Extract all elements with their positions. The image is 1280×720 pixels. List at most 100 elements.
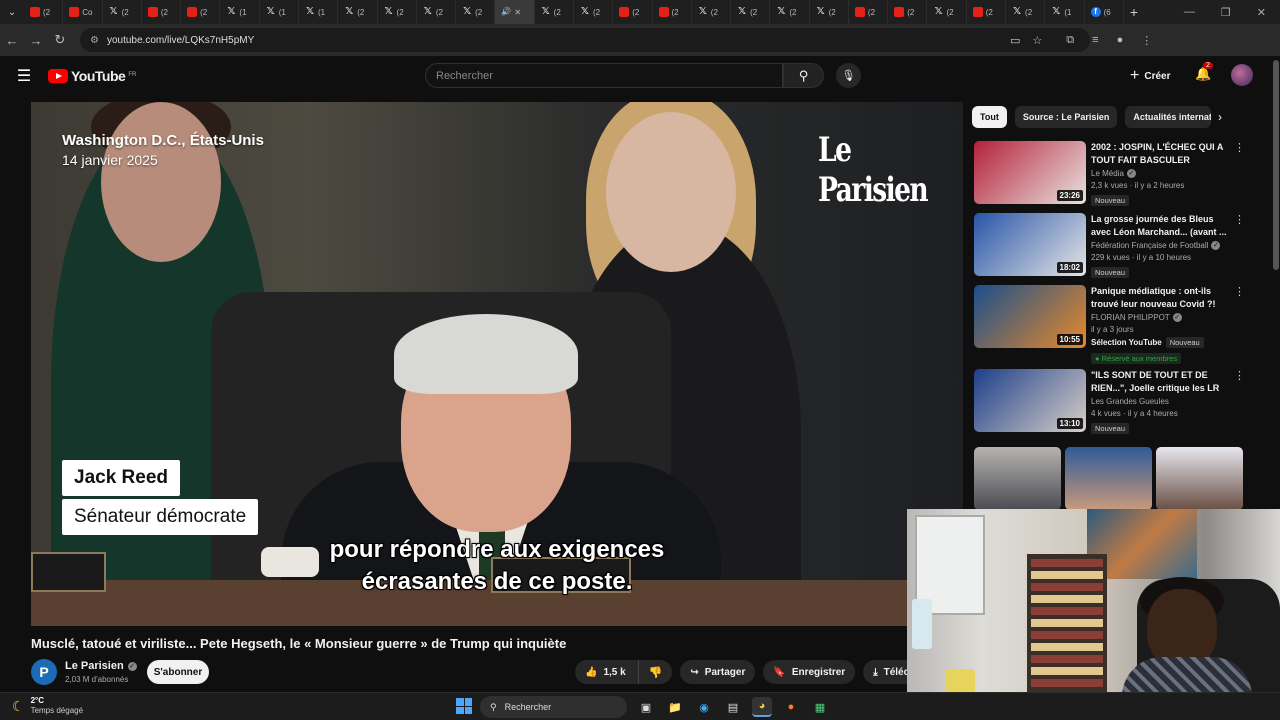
browser-tab[interactable]: 𝕏 (2 [574,0,614,24]
short-thumbnail[interactable] [1156,447,1243,510]
channel-name-row[interactable]: Le Parisien ✓ [65,660,137,672]
file-explorer-icon[interactable]: 📁 [665,697,685,717]
recommended-video-title[interactable]: 2002 : JOSPIN, L'ÉCHEC QUI A TOUT FAIT B… [1091,141,1231,167]
forward-icon[interactable]: → [24,33,48,48]
firefox-icon[interactable]: ● [781,697,801,717]
browser-tab[interactable]: 𝕏 (2 [927,0,967,24]
app-icon[interactable]: ▦ [810,697,830,717]
account-avatar[interactable] [1231,64,1253,86]
browser-tab[interactable]: 𝕏 (2 [103,0,142,24]
browser-tab[interactable]: 𝕏 (2 [770,0,810,24]
browser-tab[interactable]: 𝕏 (2 [692,0,732,24]
browser-tab[interactable]: 𝕏 (1 [260,0,299,24]
browser-tab[interactable]: 𝕏 (1 [299,0,339,24]
browser-tab[interactable]: 𝕏 (2 [456,0,496,24]
browser-tab[interactable]: Co [63,0,103,24]
like-button[interactable]: 👍 1,5 k [575,660,639,684]
browser-tab[interactable]: 𝕏 (2 [338,0,378,24]
reading-list-icon[interactable]: ≡ [1092,34,1098,47]
browser-tab[interactable]: 𝕏 (2 [1006,0,1046,24]
video-thumbnail[interactable]: 23:26 [974,141,1086,204]
browser-tab[interactable]: (2 [653,0,692,24]
dislike-button[interactable]: 👎 [639,660,673,684]
browser-tab[interactable]: 𝕏 (1 [1045,0,1085,24]
recommended-video-title[interactable]: Panique médiatique : ont-ils trouvé leur… [1091,285,1231,311]
recommended-video-title[interactable]: La grosse journée des Bleus avec Léon Ma… [1091,213,1231,239]
url-field[interactable]: ⚙ youtube.com/live/LQKs7nH5pMY [80,28,1090,52]
menu-hamburger-icon[interactable]: ☰ [0,66,48,86]
youtube-logo[interactable]: YouTube FR [48,68,136,84]
new-tab-button[interactable]: + [1124,4,1144,20]
create-button[interactable]: + Créer [1130,66,1170,86]
recommended-video-title[interactable]: "ILS SONT DE TOUT ET DE RIEN...", Joelle… [1091,369,1231,395]
windows-start-icon[interactable] [456,698,472,714]
cast-icon[interactable]: ▭ [1010,34,1020,47]
chip-all[interactable]: Tout [972,106,1007,128]
channel-name[interactable]: Le Parisien [65,660,124,672]
browser-tab[interactable]: 𝕏 (1 [220,0,260,24]
page-scrollbar[interactable] [1273,60,1279,270]
browser-tab[interactable]: (2 [613,0,653,24]
browser-tab[interactable]: (2 [849,0,889,24]
edge-icon[interactable]: ◉ [694,697,714,717]
channel-avatar[interactable]: P [31,659,57,685]
short-thumbnail[interactable] [1065,447,1152,510]
browser-tab[interactable]: (2 [24,0,64,24]
microphone-icon[interactable]: 🎙 [836,63,861,88]
recommended-video[interactable]: 23:26 2002 : JOSPIN, L'ÉCHEC QUI A TOUT F… [974,141,1245,209]
browser-menu-icon[interactable]: ⋮ [1141,34,1152,47]
more-options-icon[interactable]: ⋮ [1234,285,1245,298]
recommended-channel[interactable]: Fédération Française de Football ✓ [1091,241,1231,250]
chevron-right-icon[interactable]: › [1218,110,1222,124]
weather-widget[interactable]: ☾ 2°C Temps dégagé [12,696,83,716]
profile-icon[interactable]: ● [1117,34,1124,47]
browser-tab[interactable]: 𝕏 (2 [810,0,849,24]
chrome-icon[interactable]: ◕ [752,697,772,717]
browser-tab[interactable]: (2 [181,0,221,24]
recommended-video[interactable]: 18:02 La grosse journée des Bleus avec Lé… [974,213,1245,281]
video-duration: 18:02 [1056,262,1083,273]
minimize-icon[interactable]: — [1184,6,1195,19]
browser-tab[interactable]: (2 [888,0,928,24]
video-player[interactable]: Washington D.C., États-Unis 14 janvier 2… [31,102,963,626]
video-thumbnail[interactable]: 18:02 [974,213,1086,276]
taskbar-search[interactable]: ⚲ Rechercher [480,696,627,718]
store-icon[interactable]: ▤ [723,697,743,717]
more-options-icon[interactable]: ⋮ [1234,213,1245,226]
recommended-channel[interactable]: FLORIAN PHILIPPOT ✓ [1091,313,1231,322]
subscribe-button[interactable]: S'abonner [147,660,209,684]
share-button[interactable]: ↪ Partager [680,660,756,684]
recommended-video[interactable]: 13:10 "ILS SONT DE TOUT ET DE RIEN...", J… [974,369,1245,437]
tab-search-icon[interactable]: ⌄ [0,0,24,24]
chip-source[interactable]: Source : Le Parisien [1014,106,1118,128]
back-icon[interactable]: ← [0,33,24,48]
browser-tab[interactable]: 𝕏 (2 [417,0,457,24]
video-thumbnail[interactable]: 13:10 [974,369,1086,432]
video-thumbnail[interactable]: 10:55 [974,285,1086,348]
maximize-icon[interactable]: ❐ [1221,6,1231,19]
search-input[interactable]: Rechercher [425,63,783,88]
extensions-icon[interactable]: ⧉ [1066,34,1074,47]
browser-tab[interactable]: 𝕏 (2 [731,0,771,24]
browser-tab[interactable]: (2 [967,0,1007,24]
browser-tab[interactable]: (2 [142,0,182,24]
reload-icon[interactable]: ↻ [48,32,72,48]
more-options-icon[interactable]: ⋮ [1234,141,1245,154]
browser-tab[interactable]: 🔊 ✕ [495,0,535,24]
browser-tab[interactable]: 𝕏 (2 [378,0,417,24]
task-view-icon[interactable]: ▣ [636,697,656,717]
short-thumbnail[interactable] [974,447,1061,510]
recommended-channel[interactable]: Les Grandes Gueules [1091,397,1231,406]
browser-tab[interactable]: 𝕏 (2 [535,0,574,24]
site-info-icon[interactable]: ⚙ [90,35,99,46]
bookmark-star-icon[interactable]: ☆ [1032,34,1042,47]
close-window-icon[interactable]: ✕ [1257,6,1266,19]
chip-international-news[interactable]: Actualités internationales [1125,106,1212,128]
recommended-channel[interactable]: Le Média ✓ [1091,169,1231,178]
save-button[interactable]: 🔖 Enregistrer [763,660,856,684]
more-options-icon[interactable]: ⋮ [1234,369,1245,382]
notifications-bell-icon[interactable]: 🔔 2 [1195,62,1213,82]
search-icon[interactable]: ⚲ [783,63,824,88]
recommended-video[interactable]: 10:55 Panique médiatique : ont-ils trouvé… [974,285,1245,364]
browser-tab[interactable]: f (6 [1085,0,1124,24]
